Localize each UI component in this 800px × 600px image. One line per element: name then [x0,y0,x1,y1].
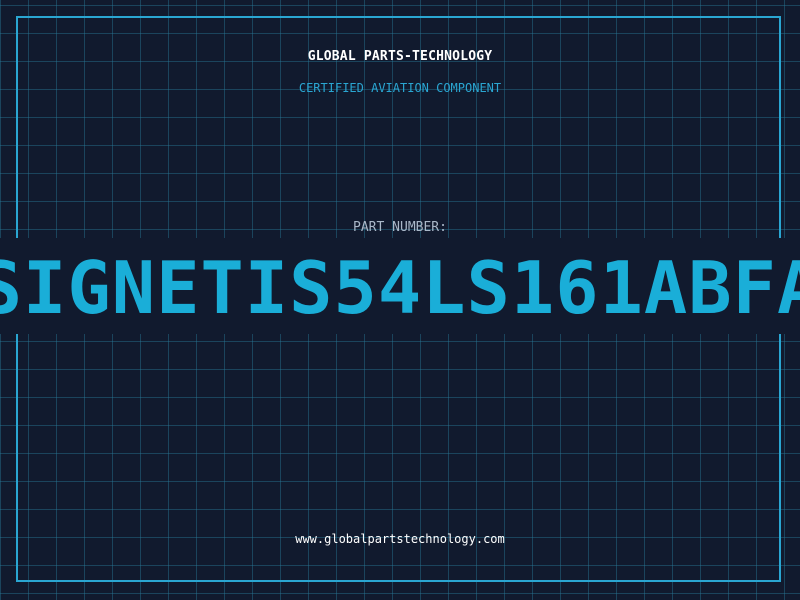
certificate-page: GLOBAL PARTS-TECHNOLOGY CERTIFIED AVIATI… [0,0,800,600]
part-number-value: SIGNETIS54LS161ABFA [0,246,800,330]
company-name: GLOBAL PARTS-TECHNOLOGY [307,49,493,64]
part-number-band: SIGNETIS54LS161ABFA [0,238,800,334]
part-number-label: PART NUMBER: [353,220,447,235]
website-url: www.globalpartstechnology.com [295,532,505,546]
certification-subtitle: CERTIFIED AVIATION COMPONENT [298,81,502,95]
